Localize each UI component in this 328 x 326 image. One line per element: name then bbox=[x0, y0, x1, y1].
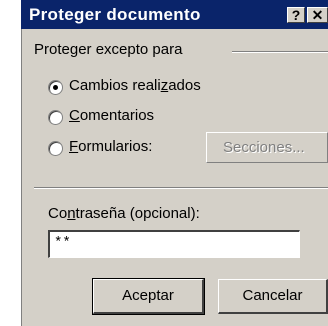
protect-group-label: Proteger excepto para bbox=[34, 41, 183, 58]
radio-label: Formularios: bbox=[69, 138, 153, 155]
ok-button[interactable]: Aceptar bbox=[92, 278, 205, 315]
radio-unchecked-icon[interactable] bbox=[48, 110, 63, 125]
radio-label: Comentarios bbox=[69, 107, 155, 124]
radio-checked-icon[interactable] bbox=[48, 80, 63, 95]
password-field[interactable]: ** bbox=[48, 230, 300, 258]
password-label: Contraseña (opcional): bbox=[48, 205, 200, 222]
dialog-title: Proteger documento bbox=[29, 5, 201, 24]
group-divider bbox=[232, 51, 328, 53]
sections-button[interactable]: Secciones... bbox=[206, 132, 328, 163]
close-button[interactable]: ✕ bbox=[307, 7, 328, 23]
close-icon: ✕ bbox=[311, 7, 324, 23]
radio-unchecked-icon[interactable] bbox=[48, 141, 63, 156]
cancel-button[interactable]: Cancelar bbox=[218, 279, 328, 314]
help-button[interactable]: ? bbox=[287, 7, 305, 23]
separator bbox=[34, 187, 328, 189]
radio-label: Cambios realizados bbox=[69, 77, 201, 94]
